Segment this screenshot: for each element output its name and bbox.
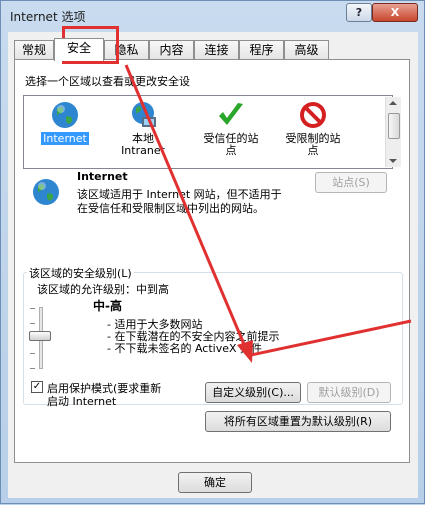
no-entry-icon [300,102,326,128]
allowed-levels-text: 该区域的允许级别：中到高 [37,283,169,296]
ok-button[interactable]: 确定 [178,472,252,493]
slider-tick [30,368,35,369]
zone-restricted-label: 受限制的站 点 [285,132,341,157]
zone-trusted-label: 受信任的站 点 [203,132,259,157]
zone-description-line2: 在受信任和受限制区域中列出的网站。 [77,202,264,215]
zone-intranet[interactable]: 本地 Intranet [106,100,180,166]
window-title: Internet 选项 [10,10,86,24]
security-level-slider-thumb[interactable] [29,331,51,341]
selected-zone-globe-icon [33,179,59,205]
security-panel: 选择一个区域以查看或更改安全设 Internet 本地 Intranet 受信任… [14,59,410,463]
help-button[interactable]: ? [346,3,372,22]
security-level-name: 中-高 [93,299,122,313]
zone-prompt: 选择一个区域以查看或更改安全设 [25,75,190,88]
tab-programs[interactable]: 程序 [239,40,284,60]
reset-all-zones-button[interactable]: 将所有区域重置为默认级别(R) [205,411,391,432]
slider-tick [30,353,35,354]
scroll-up-icon[interactable] [389,101,397,105]
zone-internet-label: Internet [41,132,89,145]
selected-zone-name: Internet [77,170,128,183]
zone-intranet-label: 本地 Intranet [121,132,165,157]
custom-level-button[interactable]: 自定义级别(C)... [205,382,301,403]
sites-button[interactable]: 站点(S) [315,172,387,193]
scroll-down-icon[interactable] [389,159,397,163]
internet-options-window: Internet 选项 ? X 常规 安全 隐私 内容 连接 程序 高级 选择一… [0,0,425,504]
close-button[interactable]: X [372,3,418,22]
intranet-globe-icon [132,102,156,127]
zone-restricted[interactable]: 受限制的站 点 [276,100,350,166]
level-bullet: - 不下载未签名的 ActiveX 控件 [107,342,263,355]
tab-advanced[interactable]: 高级 [284,40,329,60]
default-level-button[interactable]: 默认级别(D) [307,382,391,403]
zone-list-scrollbar[interactable] [385,97,401,167]
tab-connections[interactable]: 连接 [194,40,239,60]
tab-content[interactable]: 内容 [149,40,194,60]
zone-list[interactable]: Internet 本地 Intranet 受信任的站 点 受限制的站 点 [23,95,401,169]
tab-general[interactable]: 常规 [14,40,54,60]
protected-mode-label-line2: 启动 Internet [47,395,117,408]
tab-security[interactable]: 安全 [54,38,104,61]
globe-icon [52,102,78,128]
slider-tick [30,308,35,309]
zone-trusted[interactable]: 受信任的站 点 [194,100,268,166]
security-level-group-label: 该区域的安全级别(L) [27,265,134,281]
scroll-thumb[interactable] [388,113,400,139]
checkmark-icon [219,103,243,125]
slider-tick [30,323,35,324]
protected-mode-checkbox[interactable]: ✓ [31,381,43,393]
dialog-body: 常规 安全 隐私 内容 连接 程序 高级 选择一个区域以查看或更改安全设 Int… [8,32,418,498]
zone-internet[interactable]: Internet [28,100,102,166]
